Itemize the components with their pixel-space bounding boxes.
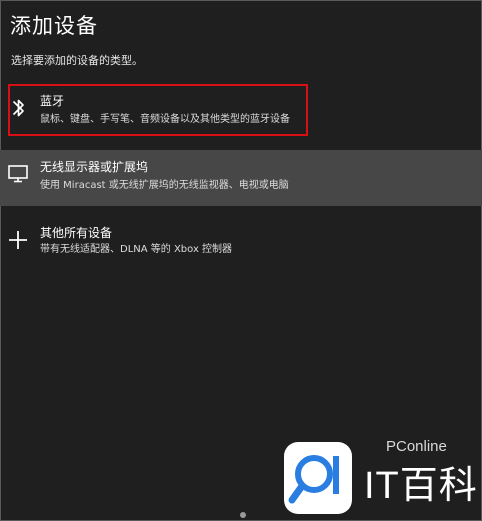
pconline-watermark: PConline IT百科: [278, 436, 482, 521]
bluetooth-icon: [11, 96, 27, 120]
plus-icon: [6, 228, 30, 252]
dialog-subtitle: 选择要添加的设备的类型。: [11, 54, 143, 67]
device-type-bluetooth[interactable]: 蓝牙 鼠标、键盘、手写笔、音频设备以及其他类型的蓝牙设备: [0, 84, 482, 140]
device-type-description: 鼠标、键盘、手写笔、音频设备以及其他类型的蓝牙设备: [40, 114, 290, 125]
watermark-logo-box: [284, 442, 352, 514]
device-type-name: 其他所有设备: [40, 226, 113, 240]
device-type-description: 使用 Miracast 或无线扩展坞的无线监视器、电视或电脑: [40, 180, 289, 191]
device-type-name: 蓝牙: [40, 94, 65, 108]
device-type-wireless-display[interactable]: 无线显示器或扩展坞 使用 Miracast 或无线扩展坞的无线监视器、电视或电脑: [0, 150, 482, 206]
watermark-big-text: IT百科: [364, 465, 478, 507]
monitor-icon: [7, 162, 29, 184]
watermark-small-text: PConline: [386, 438, 447, 455]
scroll-indicator: [240, 512, 246, 518]
device-type-description: 带有无线适配器、DLNA 等的 Xbox 控制器: [40, 244, 233, 255]
device-type-other[interactable]: 其他所有设备 带有无线适配器、DLNA 等的 Xbox 控制器: [0, 220, 482, 270]
dialog-title: 添加设备: [10, 14, 98, 38]
magnifier-icon: [288, 455, 339, 504]
device-type-name: 无线显示器或扩展坞: [40, 160, 149, 174]
